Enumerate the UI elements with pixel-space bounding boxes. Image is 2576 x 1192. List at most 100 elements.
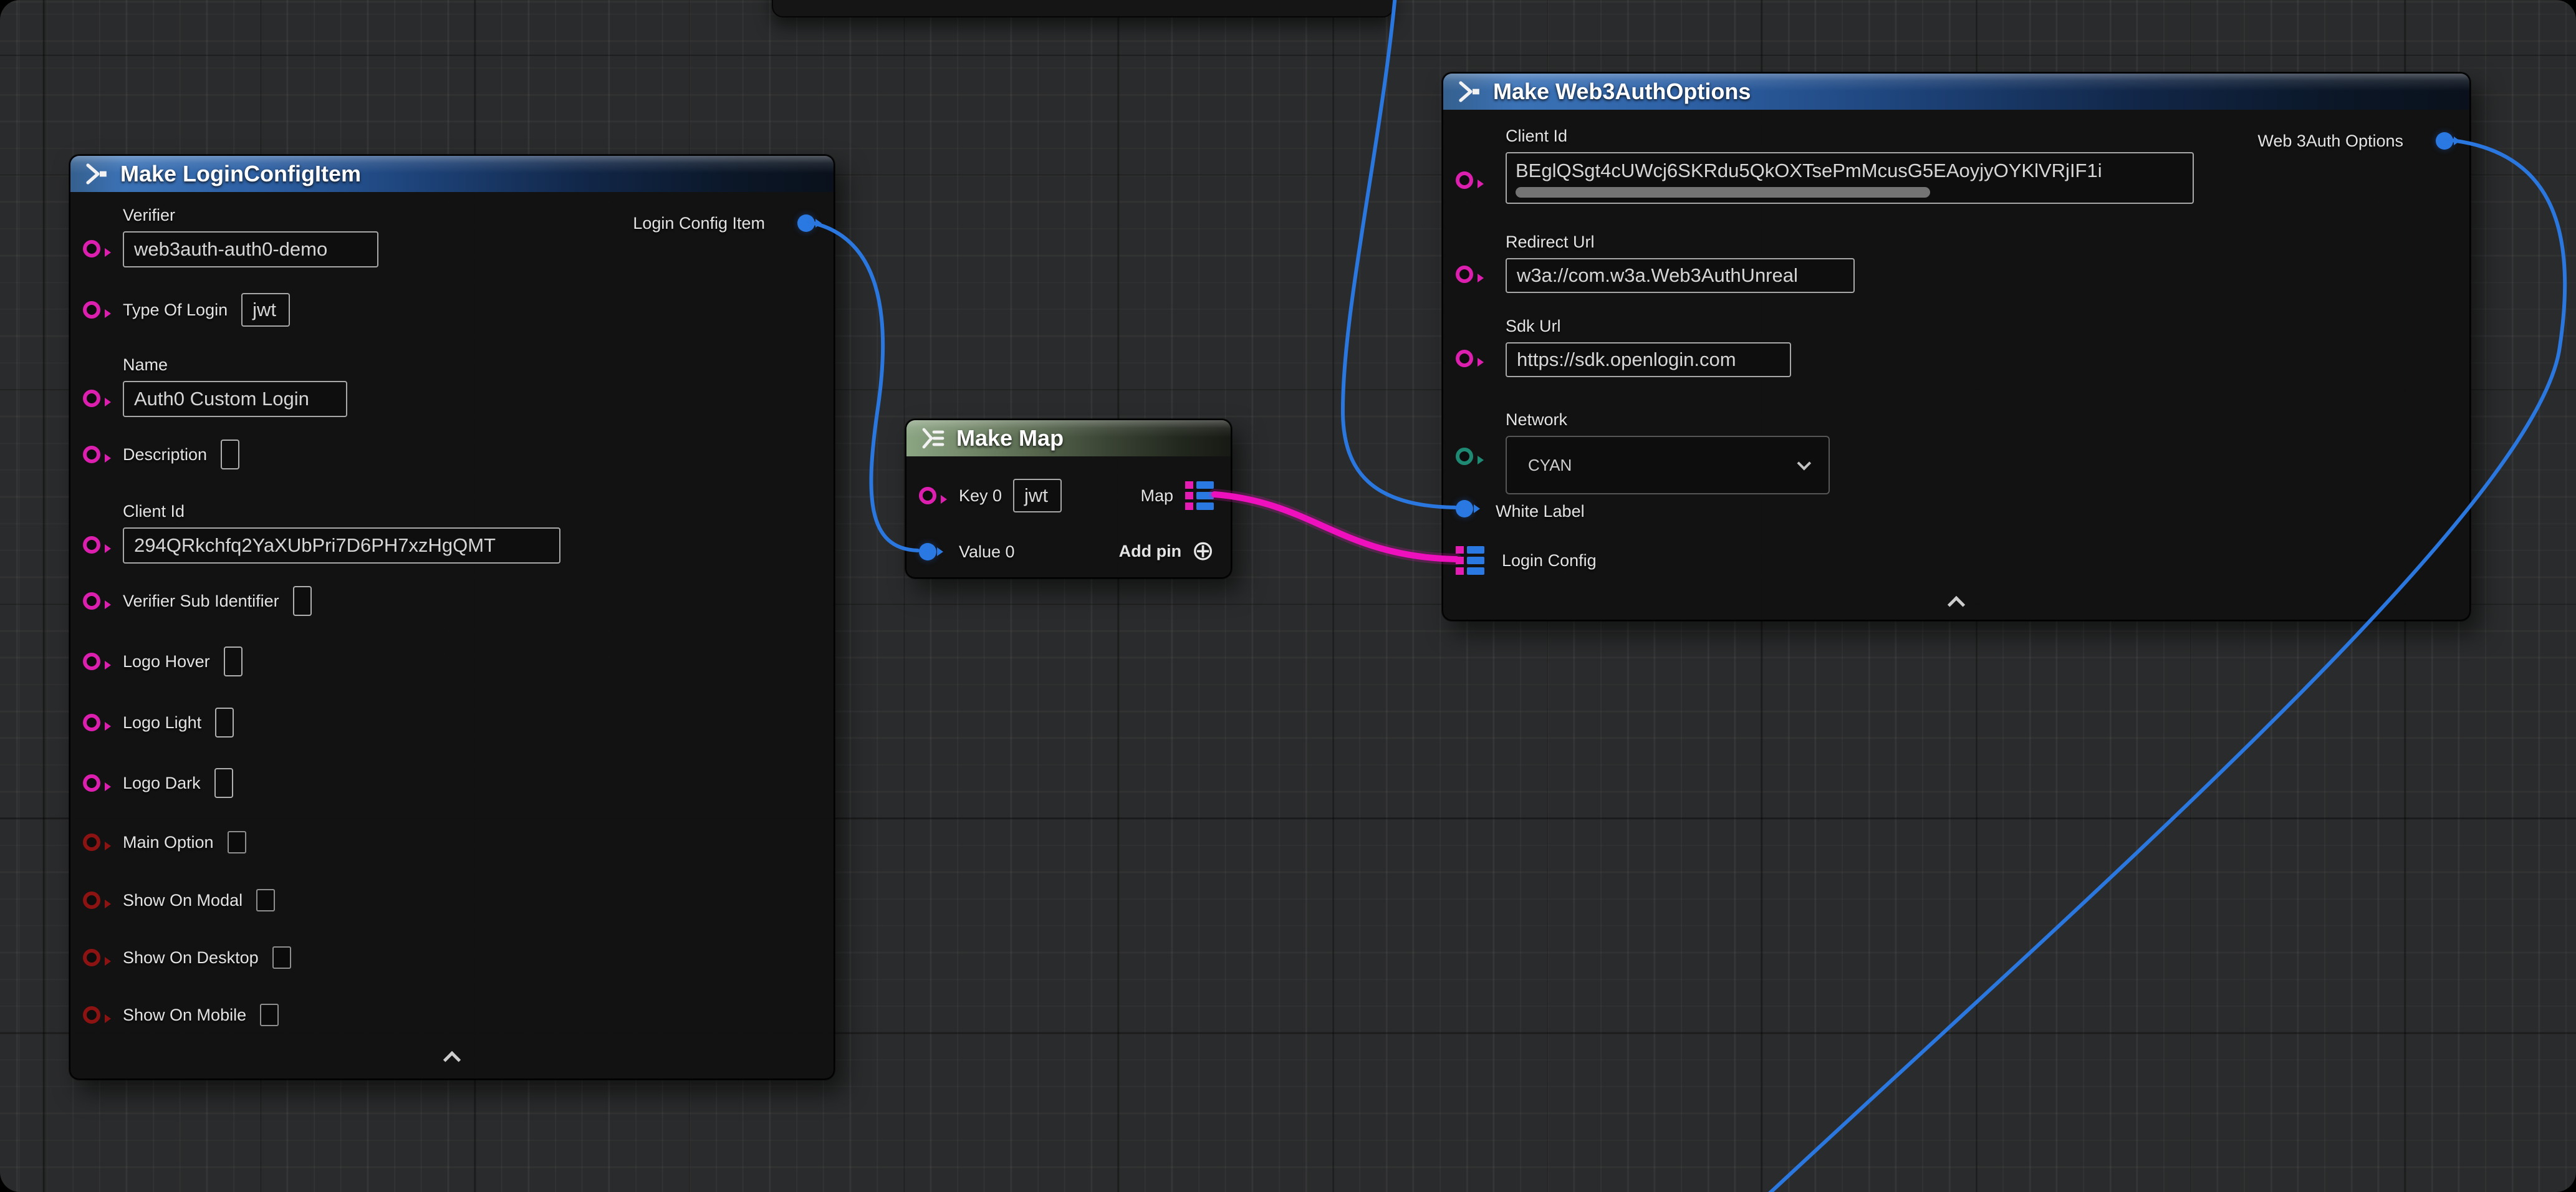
node-make-loginconfigitem[interactable]: Make LoginConfigItem Login Config Item V… xyxy=(69,155,835,1080)
node-make-web3authoptions[interactable]: Make Web3AuthOptions Web 3Auth Options C… xyxy=(1442,72,2471,621)
wire-map-to-loginconfig-glow xyxy=(1214,494,1456,559)
pin-label-logo-light: Logo Light xyxy=(123,713,201,733)
make-map-icon xyxy=(920,427,945,449)
input-pin-show-on-desktop[interactable] xyxy=(83,949,100,966)
pin-row-main-option: Main Option xyxy=(123,824,246,861)
pin-block-sdk-url: Sdk Url https://sdk.openlogin.com xyxy=(1506,317,1791,377)
input-pin-logo-light[interactable] xyxy=(83,714,100,731)
show-on-modal-checkbox[interactable] xyxy=(256,889,275,911)
pin-row-show-on-desktop: Show On Desktop xyxy=(123,939,291,976)
input-pin-login-config[interactable] xyxy=(1456,546,1485,575)
pin-row-type-of-login: Type Of Login jwt xyxy=(123,291,290,329)
screenshot-stage: Make LoginConfigItem Login Config Item V… xyxy=(0,0,2576,1192)
node-make-map[interactable]: Make Map Key 0 jwt Map Value 0 Add xyxy=(905,419,1232,579)
sdk-url-field[interactable]: https://sdk.openlogin.com xyxy=(1506,342,1791,377)
add-pin-icon[interactable]: ⊕ xyxy=(1191,537,1214,565)
node-title: Make LoginConfigItem xyxy=(120,161,361,187)
input-pin-type-of-login[interactable] xyxy=(83,301,100,319)
input-pin-client-id[interactable] xyxy=(83,536,100,554)
pin-block-client-id: Client Id 294QRkchfq2YaXUbPri7D6PH7xzHgQ… xyxy=(123,502,560,564)
pin-label-key-0: Key 0 xyxy=(959,486,1002,506)
network-dropdown-value: CYAN xyxy=(1528,456,1572,475)
pin-row-logo-dark: Logo Dark xyxy=(123,764,233,802)
pin-row-logo-light: Logo Light xyxy=(123,704,234,741)
pin-label-description: Description xyxy=(123,445,207,464)
verifier-field[interactable]: web3auth-auth0-demo xyxy=(123,231,378,267)
output-pin-web3auth-options[interactable] xyxy=(2436,132,2453,150)
input-pin-redirect-url[interactable] xyxy=(1456,266,1473,283)
input-pin-show-on-modal[interactable] xyxy=(83,892,100,909)
pin-row-show-on-mobile: Show On Mobile xyxy=(123,996,279,1034)
make-struct-icon xyxy=(1457,80,1482,103)
input-pin-logo-hover[interactable] xyxy=(83,653,100,670)
input-pin-verifier[interactable] xyxy=(83,240,100,257)
pin-block-network: Network CYAN xyxy=(1506,410,1830,494)
logo-light-field[interactable] xyxy=(215,708,234,738)
client-id-field-text: BEglQSgt4cUWcj6SKRdu5QkOXTsePmMcusG5EAoy… xyxy=(1516,160,2184,182)
input-pin-show-on-mobile[interactable] xyxy=(83,1006,100,1024)
type-of-login-field-text: jwt xyxy=(252,299,276,321)
input-pin-value-0[interactable] xyxy=(919,543,936,560)
verifier-sub-identifier-field[interactable] xyxy=(293,586,312,616)
input-pin-name[interactable] xyxy=(83,390,100,407)
client-id-field[interactable]: BEglQSgt4cUWcj6SKRdu5QkOXTsePmMcusG5EAoy… xyxy=(1506,152,2194,204)
offscreen-node[interactable] xyxy=(772,0,1394,17)
input-pin-description[interactable] xyxy=(83,446,100,463)
node-header-make-map[interactable]: Make Map xyxy=(906,420,1231,456)
collapse-node-chevron-up-icon[interactable] xyxy=(1948,596,1965,613)
output-pin-map[interactable] xyxy=(1185,481,1214,510)
input-pin-key-0[interactable] xyxy=(919,487,936,504)
main-option-checkbox[interactable] xyxy=(228,831,246,853)
collapse-node-chevron-up-icon[interactable] xyxy=(443,1051,461,1069)
input-pin-client-id[interactable] xyxy=(1456,171,1473,189)
add-pin-label[interactable]: Add pin xyxy=(1119,542,1181,561)
description-field[interactable] xyxy=(221,440,239,469)
node-title: Make Map xyxy=(956,425,1064,451)
node-title: Make Web3AuthOptions xyxy=(1493,79,1751,105)
type-of-login-field[interactable]: jwt xyxy=(241,293,290,327)
redirect-url-field-text: w3a://com.w3a.Web3AuthUnreal xyxy=(1517,264,1798,287)
pin-row-login-config: Login Config xyxy=(1502,542,1597,579)
client-id-field-text: 294QRkchfq2YaXUbPri7D6PH7xzHgQMT xyxy=(134,534,496,557)
pin-row-logo-hover: Logo Hover xyxy=(123,643,243,680)
show-on-mobile-checkbox[interactable] xyxy=(260,1004,279,1026)
input-pin-white-label[interactable] xyxy=(1456,500,1473,517)
pin-label-logo-hover: Logo Hover xyxy=(123,652,210,671)
pin-label-type-of-login: Type Of Login xyxy=(123,300,228,320)
pin-label-name: Name xyxy=(123,355,347,375)
client-id-field-scrollbar[interactable] xyxy=(1516,187,1930,198)
input-pin-sdk-url[interactable] xyxy=(1456,350,1473,367)
key-0-field[interactable]: jwt xyxy=(1013,479,1062,512)
pin-block-name: Name Auth0 Custom Login xyxy=(123,355,347,417)
node-header-make-loginconfigitem[interactable]: Make LoginConfigItem xyxy=(70,156,834,192)
make-struct-icon xyxy=(84,163,109,185)
blueprint-canvas[interactable]: Make LoginConfigItem Login Config Item V… xyxy=(0,0,2576,1192)
input-pin-verifier-sub-identifier[interactable] xyxy=(83,592,100,610)
redirect-url-field[interactable]: w3a://com.w3a.Web3AuthUnreal xyxy=(1506,258,1855,293)
logo-hover-field[interactable] xyxy=(224,646,243,676)
network-dropdown[interactable]: CYAN xyxy=(1506,436,1830,494)
output-row-web3auth-options: Web 3Auth Options xyxy=(2257,122,2403,160)
client-id-field[interactable]: 294QRkchfq2YaXUbPri7D6PH7xzHgQMT xyxy=(123,527,560,564)
output-pin-label-map: Map xyxy=(1140,486,1173,506)
pin-row-key-0: Key 0 jwt xyxy=(959,477,1062,514)
chevron-down-icon xyxy=(1797,456,1812,471)
node-header-make-web3authoptions[interactable]: Make Web3AuthOptions xyxy=(1443,74,2469,110)
output-pin-login-config-item[interactable] xyxy=(797,214,815,232)
pin-label-login-config: Login Config xyxy=(1502,551,1597,570)
show-on-desktop-checkbox[interactable] xyxy=(272,946,291,969)
input-pin-main-option[interactable] xyxy=(83,834,100,851)
pin-label-white-label: White Label xyxy=(1496,502,1585,521)
logo-dark-field[interactable] xyxy=(214,768,233,798)
name-field[interactable]: Auth0 Custom Login xyxy=(123,381,347,417)
pin-label-verifier-sub-identifier: Verifier Sub Identifier xyxy=(123,592,279,611)
pin-block-verifier: Verifier web3auth-auth0-demo xyxy=(123,206,378,267)
output-pin-label-web3auth-options: Web 3Auth Options xyxy=(2257,132,2403,151)
pin-label-sdk-url: Sdk Url xyxy=(1506,317,1791,336)
pin-label-main-option: Main Option xyxy=(123,833,214,852)
input-pin-logo-dark[interactable] xyxy=(83,774,100,792)
add-pin-row: Add pin ⊕ xyxy=(1119,532,1214,570)
input-pin-network[interactable] xyxy=(1456,448,1473,465)
pin-label-logo-dark: Logo Dark xyxy=(123,774,201,793)
output-pin-label: Login Config Item xyxy=(633,214,765,233)
